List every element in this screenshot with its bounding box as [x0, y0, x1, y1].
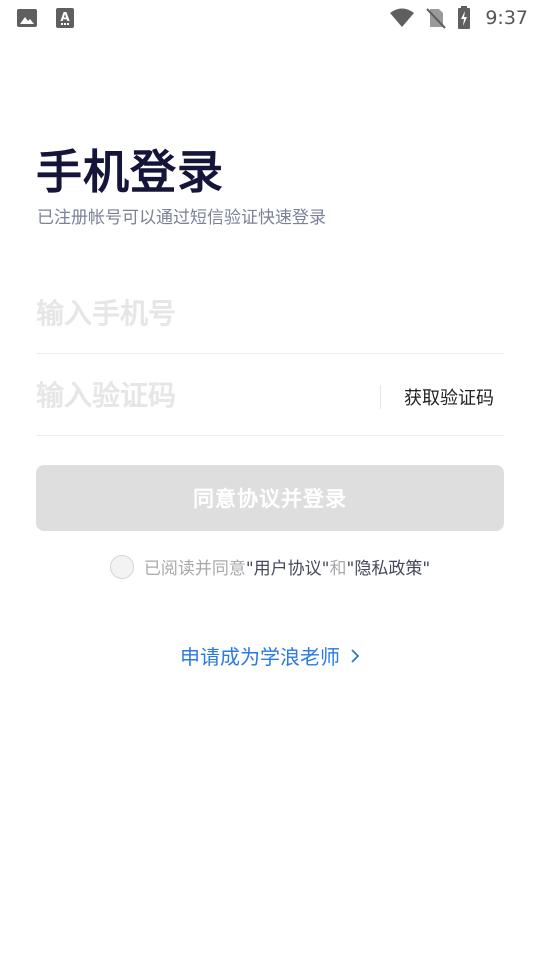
agreement-checkbox[interactable] [109, 554, 134, 579]
image-icon [17, 9, 37, 27]
agreement-conjunction: 和 [329, 559, 347, 579]
privacy-policy-link[interactable]: "隐私政策" [347, 554, 431, 579]
chevron-right-icon [351, 648, 360, 663]
font-icon: A [56, 8, 74, 28]
page-title: 手机登录 [36, 145, 224, 199]
status-bar: A 9:37 [0, 0, 540, 36]
verification-code-input[interactable] [36, 354, 366, 436]
battery-charging-icon [458, 6, 471, 29]
page-subtitle: 已注册帐号可以通过短信验证快速登录 [37, 208, 326, 228]
phone-input[interactable] [36, 272, 366, 354]
apply-teacher-label: 申请成为学浪老师 [180, 645, 340, 669]
user-agreement-link[interactable]: "用户协议" [246, 554, 330, 579]
svg-text:A: A [60, 10, 70, 24]
code-field: 获取验证码 [36, 354, 504, 436]
get-code-button[interactable]: 获取验证码 [404, 384, 494, 410]
agree-and-login-button[interactable]: 同意协议并登录 [36, 465, 504, 531]
no-sim-icon [426, 8, 447, 29]
divider [380, 385, 381, 409]
phone-field [36, 272, 504, 354]
agreement-prefix: 已阅读并同意 [143, 559, 246, 579]
apply-teacher-link[interactable]: 申请成为学浪老师 [0, 641, 540, 670]
wifi-icon [390, 8, 415, 27]
agreement-row: 已阅读并同意 "用户协议" 和 "隐私政策" [0, 554, 540, 579]
clock: 9:37 [485, 7, 528, 29]
